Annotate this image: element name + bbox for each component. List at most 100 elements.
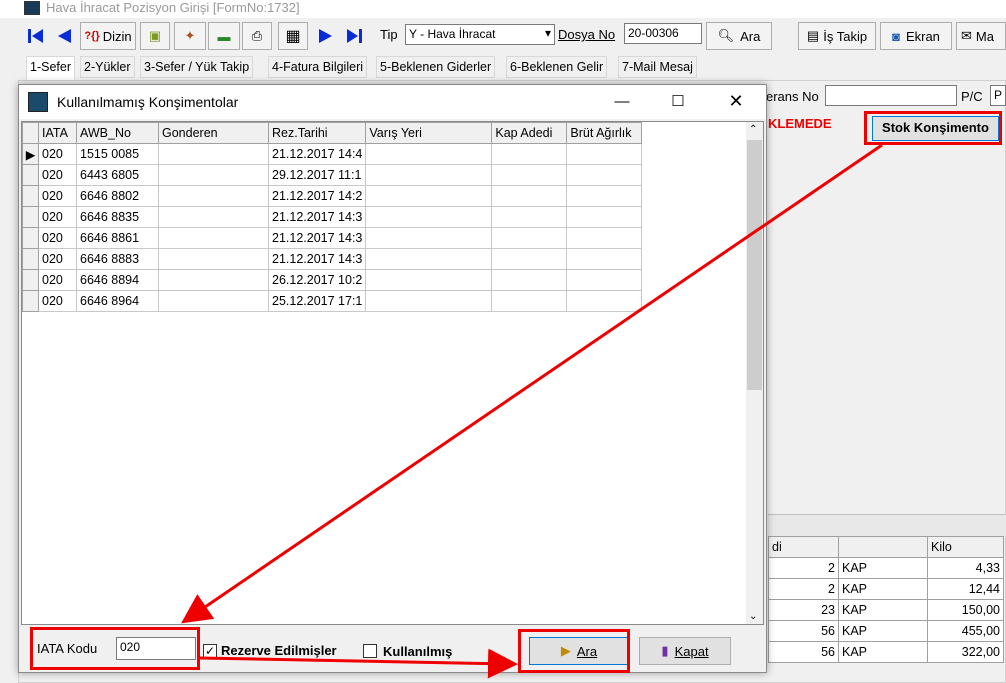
table-cell: 020 [38,206,77,228]
referans-no-input[interactable] [825,85,957,106]
is-takip-button[interactable]: ▤ İş Takip [798,22,876,50]
table-row[interactable]: 23 KAP 150,00 [768,599,1004,621]
table-cell: 6646 8861 [76,227,159,249]
tip-select-value: Y - Hava İhracat [409,27,496,41]
table-row[interactable]: 56 KAP 322,00 [768,641,1004,663]
first-record-icon[interactable] [26,26,46,46]
column-header-gonderen[interactable]: Gonderen [158,122,269,144]
table-cell: 23 [768,599,839,621]
tab-beklenen-gelir[interactable]: 6-Beklenen Gelir [506,56,608,78]
konsimento-grid: IATA AWB_No Gonderen Rez.Tarihi Varış Ye… [21,121,764,625]
ara-toolbar-label: Ara [740,28,761,44]
pc-input[interactable]: P [990,85,1006,106]
column-header [838,536,928,558]
checkmark-icon: ✓ [204,644,216,658]
rezerve-edilmisler-checkbox[interactable]: ✓ [203,644,217,658]
kullanilmis-label: Kullanılmış [383,644,453,659]
tip-select[interactable]: Y - Hava İhracat ▾ [405,24,555,45]
table-row: di Kilo [768,536,1004,558]
money-icon: ▣ [148,28,162,43]
table-cell [566,143,643,165]
dialog-title-bar: Kullanılmamış Konşimentolar — ☐ ✕ [19,85,766,119]
table-row[interactable]: 56 KAP 455,00 [768,620,1004,642]
chevron-down-icon: ▾ [544,26,551,40]
table-cell [566,164,643,186]
table-row[interactable]: 020 6646 8883 21.12.2017 14:3 [22,248,643,270]
table-cell: 150,00 [927,599,1004,621]
calculator-tool-button[interactable]: ▣ [140,22,170,50]
annotation-box-stok-konsimento [864,111,1002,145]
table-row[interactable]: 020 6646 8964 25.12.2017 17:1 [22,290,643,312]
table-row[interactable]: 020 6646 8835 21.12.2017 14:3 [22,206,643,228]
row-indicator [22,206,39,228]
kapat-button[interactable]: ▮ Kapat [639,637,731,665]
app-icon [24,1,40,15]
dizin-button[interactable]: ?{} Dizin [80,22,136,50]
table-cell [365,185,493,207]
row-indicator-header [22,122,39,144]
column-header-kap-adedi[interactable]: Kap Adedi [491,122,568,144]
minimize-icon[interactable]: — [599,85,645,117]
tools-button[interactable]: ✦ [174,22,206,50]
column-header-varis-yeri[interactable]: Varış Yeri [365,122,493,144]
table-cell [158,248,269,270]
column-header-iata[interactable]: IATA [38,122,77,144]
next-record-icon[interactable] [316,26,336,46]
print-preview-button[interactable]: ⎙ [242,22,272,50]
scrollbar-thumb[interactable] [747,140,762,390]
previous-record-icon[interactable] [54,26,74,46]
calculator-button[interactable]: ▦ [278,22,308,50]
table-cell: 56 [768,641,839,663]
row-indicator [22,269,39,291]
main-toolbar: ?{} Dizin ▣ ✦ ▬ ⎙ ▦ Tip Y - Hava İhracat… [18,20,1006,54]
rezerve-edilmisler-label: Rezerve Edilmişler [221,643,337,658]
ekran-button[interactable]: ◙ Ekran [880,22,952,50]
table-row[interactable]: 020 6646 8861 21.12.2017 14:3 [22,227,643,249]
exit-door-icon: ▮ [661,643,669,658]
tab-beklenen-giderler[interactable]: 5-Beklenen Giderler [376,56,496,78]
table-header-row: IATA AWB_No Gonderen Rez.Tarihi Varış Ye… [22,122,643,144]
tab-yukler[interactable]: 2-Yükler [80,56,135,78]
table-cell: 4,33 [927,557,1004,579]
column-header-rez-tarihi[interactable]: Rez.Tarihi [267,122,367,144]
cash-button[interactable]: ▬ [208,22,240,50]
tab-sefer-yuk-takip[interactable]: 3-Sefer / Yük Takip [140,56,254,78]
tab-fatura-bilgileri[interactable]: 4-Fatura Bilgileri [268,56,368,78]
dialog-app-icon [28,92,48,112]
ekran-label: Ekran [905,28,940,44]
column-header-brut-agirlik[interactable]: Brüt Ağırlık [566,122,643,144]
main-window-title-bar: Hava İhracat Pozisyon Girişi [FormNo:173… [0,0,1006,18]
screen-icon: ◙ [892,28,900,44]
table-cell: 020 [38,143,77,165]
column-header: Kilo [927,536,1004,558]
ara-toolbar-button[interactable]: 🔍︎ Ara [706,22,772,50]
table-row[interactable]: 2 KAP 4,33 [768,557,1004,579]
table-row[interactable]: 020 6646 8802 21.12.2017 14:2 [22,185,643,207]
scroll-up-icon[interactable]: ⌃ [749,124,757,135]
table-cell [158,185,269,207]
table-cell [158,164,269,186]
table-cell [491,290,568,312]
dosya-no-input[interactable]: 20-00306 [624,23,702,44]
column-header: di [768,536,839,558]
maximize-icon[interactable]: ☐ [655,85,701,117]
tab-sefer[interactable]: 1-Sefer [26,56,75,80]
table-cell [491,206,568,228]
column-header-awb-no[interactable]: AWB_No [76,122,159,144]
close-icon[interactable]: ✕ [713,85,759,117]
mail-button[interactable]: ✉ Ma [956,22,1006,50]
scroll-down-icon[interactable]: ⌄ [749,611,757,622]
table-cell [158,269,269,291]
vertical-scrollbar[interactable]: ⌃ ⌄ [746,122,763,624]
table-row[interactable]: 020 6646 8894 26.12.2017 10:2 [22,269,643,291]
last-record-icon[interactable] [344,26,364,46]
table-cell [158,227,269,249]
kullanilmis-checkbox[interactable] [363,644,377,658]
table-row[interactable]: 2 KAP 12,44 [768,578,1004,600]
table-row[interactable]: 020 6443 6805 29.12.2017 11:1 [22,164,643,186]
table-cell [566,248,643,270]
tab-mail-mesaj[interactable]: 7-Mail Mesaj [618,56,697,78]
table-row[interactable]: ▶ 020 1515 0085 21.12.2017 14:4 [22,143,643,165]
annotation-box-iata-kodu [30,627,200,670]
table-cell [365,269,493,291]
